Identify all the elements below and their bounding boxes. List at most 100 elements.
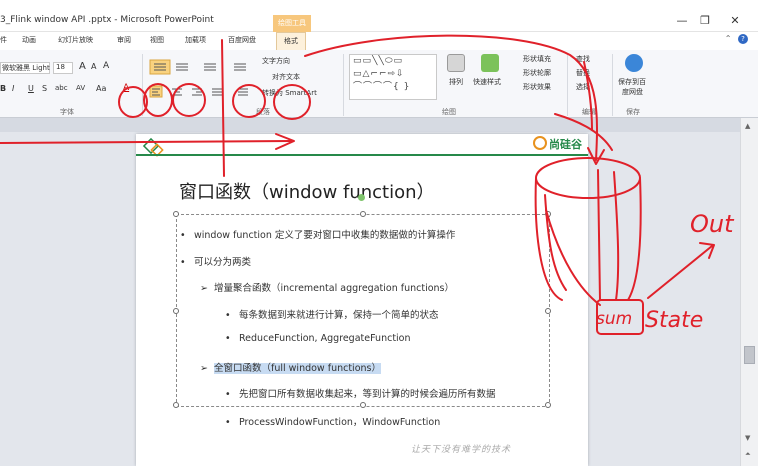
shape-fill-button[interactable]: 形状填充 xyxy=(523,54,551,64)
grow-font-button[interactable]: A xyxy=(79,61,86,72)
quick-styles-button[interactable]: 快速样式 xyxy=(473,77,501,87)
shrink-font-button[interactable]: A xyxy=(91,62,96,71)
ribbon-tabs: 件 动画 幻灯片放映 审阅 视图 加载项 百度网盘 格式 ⌃ ? xyxy=(0,32,758,50)
replace-button[interactable]: 替换 xyxy=(576,68,590,78)
bullet-marker: • xyxy=(225,389,231,400)
bullet-text: 增量聚合函数（incremental aggregation functions… xyxy=(214,283,455,294)
text-shadow-button[interactable]: abc xyxy=(55,84,68,92)
align-text-button[interactable]: 对齐文本 xyxy=(272,72,300,82)
font-size-box[interactable]: 18 xyxy=(53,62,73,74)
slide-corner-logo-icon xyxy=(142,137,164,157)
bullet-marker: ➢ xyxy=(200,363,208,374)
slide-header-line xyxy=(136,154,588,156)
scroll-down-arrow-icon[interactable]: ▼ xyxy=(745,434,750,442)
bullet-marker: • xyxy=(225,333,231,344)
resize-handle[interactable] xyxy=(360,211,366,217)
list-item: • 每条数据到来就进行计算，保持一个简单的状态 xyxy=(225,307,439,321)
bullet-marker: • xyxy=(180,257,186,268)
clear-format-button[interactable]: A xyxy=(103,61,109,71)
shapes-row: ⌒⌒⌒⌒{ } xyxy=(353,82,411,92)
arrange-button[interactable]: 排列 xyxy=(449,77,463,87)
tab-slideshow[interactable]: 幻灯片放映 xyxy=(58,35,93,45)
tab-review[interactable]: 审阅 xyxy=(117,35,131,45)
rotate-handle[interactable] xyxy=(358,194,365,201)
tab-baidu-netdisk[interactable]: 百度网盘 xyxy=(228,35,256,45)
brand-mark-icon xyxy=(533,136,547,150)
brand-logo: 尚硅谷 xyxy=(533,136,582,152)
ribbon-corner-icons: ⌃ ? xyxy=(725,34,748,44)
bullet-text: 可以分为两类 xyxy=(194,257,252,268)
convert-smartart-button[interactable]: 转换为 SmartArt xyxy=(262,88,317,98)
prev-slide-arrow-icon[interactable]: ⏶ xyxy=(745,450,751,459)
brand-name: 尚硅谷 xyxy=(549,138,582,151)
italic-button[interactable]: I xyxy=(12,84,14,93)
window-title: 3_Flink window API .pptx - Microsoft Pow… xyxy=(0,15,214,25)
list-item: • ProcessWindowFunction，WindowFunction xyxy=(225,414,440,428)
shape-outline-button[interactable]: 形状轮廓 xyxy=(523,68,551,78)
tab-view[interactable]: 视图 xyxy=(150,35,164,45)
slide-title[interactable]: 窗口函数（window function） xyxy=(179,178,435,204)
shapes-gallery[interactable]: ▭▭╲╲⬭▭ ▭△⌐⌐⇨⇩ ⌒⌒⌒⌒{ } xyxy=(349,54,437,100)
paragraph-group-label: 段落 xyxy=(256,108,270,116)
bullet-text: 每条数据到来就进行计算，保持一个简单的状态 xyxy=(239,310,439,321)
bullet-text: ReduceFunction, AggregateFunction xyxy=(239,333,411,344)
slide-footer-slogan: 让天下没有难学的技术 xyxy=(411,445,512,455)
ribbon: 微软雅黑 Light 18 A A A B I U S abc AV Aa A … xyxy=(0,50,758,118)
save-group-label: 保存 xyxy=(626,108,640,116)
help-icon[interactable]: ? xyxy=(738,34,748,44)
bullet-text: ProcessWindowFunction，WindowFunction xyxy=(239,417,441,428)
list-item: • 先把窗口所有数据收集起来，等到计算的时候会遍历所有数据 xyxy=(225,386,496,400)
font-name-box[interactable]: 微软雅黑 Light xyxy=(0,62,50,74)
slide[interactable]: 尚硅谷 窗口函数（window function） • window functi… xyxy=(136,134,588,466)
list-item: ➢ 全窗口函数（full window functions） xyxy=(200,360,381,374)
tab-file[interactable]: 件 xyxy=(0,35,7,45)
list-item: • 可以分为两类 xyxy=(180,254,251,268)
arrange-icon xyxy=(447,54,465,72)
shapes-row: ▭▭╲╲⬭▭ xyxy=(353,56,404,66)
vertical-scrollbar[interactable]: ▲ ▼ ⏶ xyxy=(740,118,758,466)
shape-effects-button[interactable]: 形状效果 xyxy=(523,82,551,92)
drawing-group-label: 绘图 xyxy=(442,108,456,116)
workspace-ruler-strip xyxy=(0,118,740,132)
text-direction-button[interactable]: 文字方向 xyxy=(262,56,290,66)
ribbon-separator xyxy=(612,54,613,116)
find-button[interactable]: 查找 xyxy=(576,54,590,64)
strikethrough-button[interactable]: S xyxy=(42,84,47,93)
list-item: • ReduceFunction, AggregateFunction xyxy=(225,333,411,344)
font-group-label: 字体 xyxy=(60,108,74,116)
resize-handle[interactable] xyxy=(173,211,179,217)
baidu-cloud-icon xyxy=(625,54,643,72)
shapes-row: ▭△⌐⌐⇨⇩ xyxy=(353,69,405,79)
underline-button[interactable]: U xyxy=(28,84,34,93)
list-item: • window function 定义了要对窗口中收集的数据做的计算操作 xyxy=(180,227,455,241)
save-baidu-button[interactable]: 保存到百 xyxy=(618,77,646,87)
ribbon-separator xyxy=(343,54,344,116)
tab-animations[interactable]: 动画 xyxy=(22,35,36,45)
char-spacing-button[interactable]: AV xyxy=(76,84,85,92)
minimize-button[interactable]: — xyxy=(672,14,692,27)
resize-handle[interactable] xyxy=(360,402,366,408)
change-case-button[interactable]: Aa xyxy=(96,84,106,93)
minimize-ribbon-icon[interactable]: ⌃ xyxy=(725,34,732,43)
list-item: ➢ 增量聚合函数（incremental aggregation function… xyxy=(200,280,454,294)
close-button[interactable]: ✕ xyxy=(725,14,745,27)
ribbon-separator xyxy=(142,54,143,116)
ribbon-separator xyxy=(567,54,568,116)
resize-handle[interactable] xyxy=(545,308,551,314)
maximize-button[interactable]: ❐ xyxy=(695,14,715,27)
resize-handle[interactable] xyxy=(173,402,179,408)
resize-handle[interactable] xyxy=(173,308,179,314)
tab-format[interactable]: 格式 xyxy=(276,32,306,50)
resize-handle[interactable] xyxy=(545,211,551,217)
bullet-marker: ➢ xyxy=(200,283,208,294)
scrollbar-thumb[interactable] xyxy=(744,346,755,364)
scroll-up-arrow-icon[interactable]: ▲ xyxy=(745,122,750,130)
tab-addins[interactable]: 加载项 xyxy=(185,35,206,45)
quick-styles-icon xyxy=(481,54,499,72)
bold-button[interactable]: B xyxy=(0,84,6,93)
resize-handle[interactable] xyxy=(545,402,551,408)
font-color-button[interactable]: A xyxy=(123,83,129,93)
title-bar: 3_Flink window API .pptx - Microsoft Pow… xyxy=(0,0,758,32)
select-button[interactable]: 选择 xyxy=(576,82,590,92)
context-tab-drawing-tools[interactable]: 绘图工具 xyxy=(273,15,311,32)
